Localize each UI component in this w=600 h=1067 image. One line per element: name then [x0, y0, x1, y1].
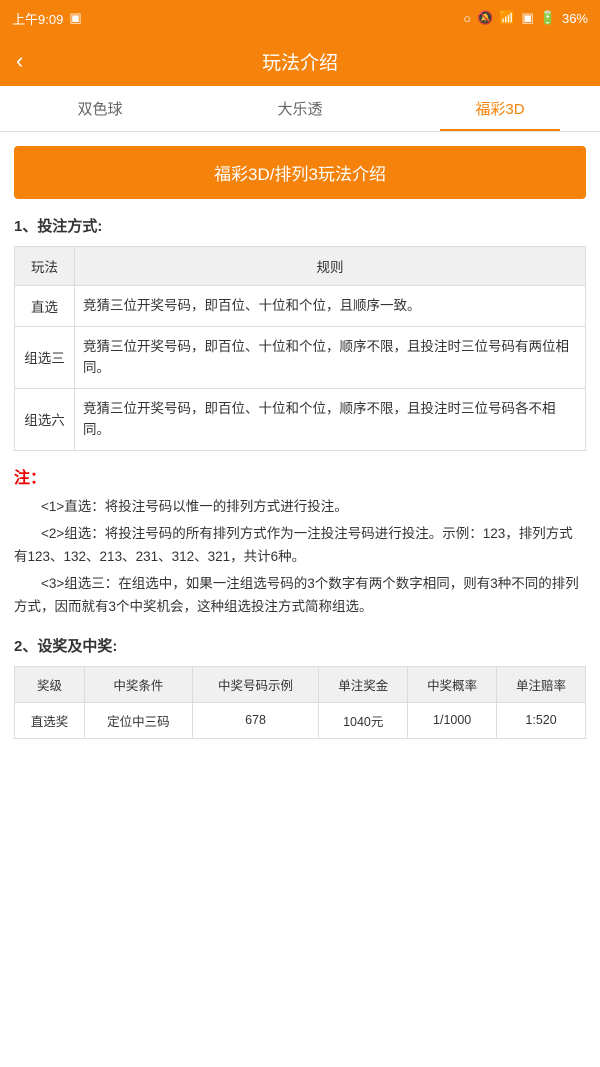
sim-icon: ▣ — [69, 10, 81, 26]
prize-header-level: 奖级 — [15, 666, 85, 702]
notes-title: 注： — [14, 465, 586, 492]
play-name-zhixuan: 直选 — [15, 286, 75, 327]
prize-header-probability: 中奖概率 — [408, 666, 497, 702]
prize-condition: 定位中三码 — [85, 702, 193, 738]
section2-heading: 2、设奖及中奖: — [14, 635, 586, 656]
battery-level: 36% — [562, 11, 588, 26]
tabs-bar: 双色球 大乐透 福彩3D — [0, 86, 600, 132]
table-row: 组选六 竞猜三位开奖号码，即百位、十位和个位，顺序不限，且投注时三位号码各不相同… — [15, 388, 586, 450]
signal-icon: ▣ — [521, 10, 533, 26]
prize-level: 直选奖 — [15, 702, 85, 738]
prize-header-condition: 中奖条件 — [85, 666, 193, 702]
status-bar: 上午9:09 ▣ ○ 🔕 📶 ▣ 🔋 36% — [0, 0, 600, 36]
prize-amount: 1040元 — [319, 702, 408, 738]
prize-header-odds: 单注赔率 — [497, 666, 586, 702]
prize-probability: 1/1000 — [408, 702, 497, 738]
prize-odds: 1:520 — [497, 702, 586, 738]
prize-row: 直选奖 定位中三码 678 1040元 1/1000 1:520 — [15, 702, 586, 738]
notes-section: 注： <1>直选：将投注号码以惟一的排列方式进行投注。 <2>组选：将投注号码的… — [14, 465, 586, 619]
wifi-icon: 📶 — [499, 10, 515, 26]
prize-table: 奖级 中奖条件 中奖号码示例 单注奖金 中奖概率 单注赔率 直选奖 定位中三码 … — [14, 666, 586, 739]
play-rule-zuoxuan3: 竞猜三位开奖号码，即百位、十位和个位，顺序不限，且投注时三位号码有两位相同。 — [75, 326, 586, 388]
prize-header-example: 中奖号码示例 — [192, 666, 319, 702]
status-time: 上午9:09 — [12, 9, 63, 28]
tab-shuangseqiu[interactable]: 双色球 — [0, 86, 200, 131]
banner: 福彩3D/排列3玩法介绍 — [14, 146, 586, 199]
mute-icon: 🔕 — [477, 10, 493, 26]
play-modes-table: 玩法 规则 直选 竞猜三位开奖号码，即百位、十位和个位，且顺序一致。 组选三 — [14, 246, 586, 451]
table-row: 组选三 竞猜三位开奖号码，即百位、十位和个位，顺序不限，且投注时三位号码有两位相… — [15, 326, 586, 388]
prize-example: 678 — [192, 702, 319, 738]
prize-header-prize: 单注奖金 — [319, 666, 408, 702]
battery-icon: 🔋 — [540, 10, 556, 26]
table-header-play: 玩法 — [15, 247, 75, 286]
status-bar-right: ○ 🔕 📶 ▣ 🔋 36% — [463, 10, 588, 26]
content-area: 福彩3D/排列3玩法介绍 1、投注方式: 玩法 规则 直选 竞猜三位开奖号码，即… — [0, 132, 600, 753]
play-rule-zuoxuan6: 竞猜三位开奖号码，即百位、十位和个位，顺序不限，且投注时三位号码各不相同。 — [75, 388, 586, 450]
note-item-2: <2>组选：将投注号码的所有排列方式作为一注投注号码进行投注。示例：123，排列… — [14, 523, 586, 569]
play-rule-zhixuan: 竞猜三位开奖号码，即百位、十位和个位，且顺序一致。 — [75, 286, 586, 327]
page-title: 玩法介绍 — [262, 48, 338, 75]
back-button[interactable]: ‹ — [16, 48, 23, 74]
note-item-3: <3>组选三：在组选中，如果一注组选号码的3个数字有两个数字相同，则有3种不同的… — [14, 573, 586, 619]
table-header-rule: 规则 — [75, 247, 586, 286]
header: ‹ 玩法介绍 — [0, 36, 600, 86]
play-name-zuoxuan3: 组选三 — [15, 326, 75, 388]
play-name-zuoxuan6: 组选六 — [15, 388, 75, 450]
section1-heading: 1、投注方式: — [14, 215, 586, 236]
note-item-1: <1>直选：将投注号码以惟一的排列方式进行投注。 — [14, 496, 586, 519]
tab-fucai3d[interactable]: 福彩3D — [400, 86, 600, 131]
table-row: 直选 竞猜三位开奖号码，即百位、十位和个位，且顺序一致。 — [15, 286, 586, 327]
alarm-icon: ○ — [463, 11, 471, 26]
tab-daletou[interactable]: 大乐透 — [200, 86, 400, 131]
status-bar-left: 上午9:09 ▣ — [12, 9, 82, 28]
